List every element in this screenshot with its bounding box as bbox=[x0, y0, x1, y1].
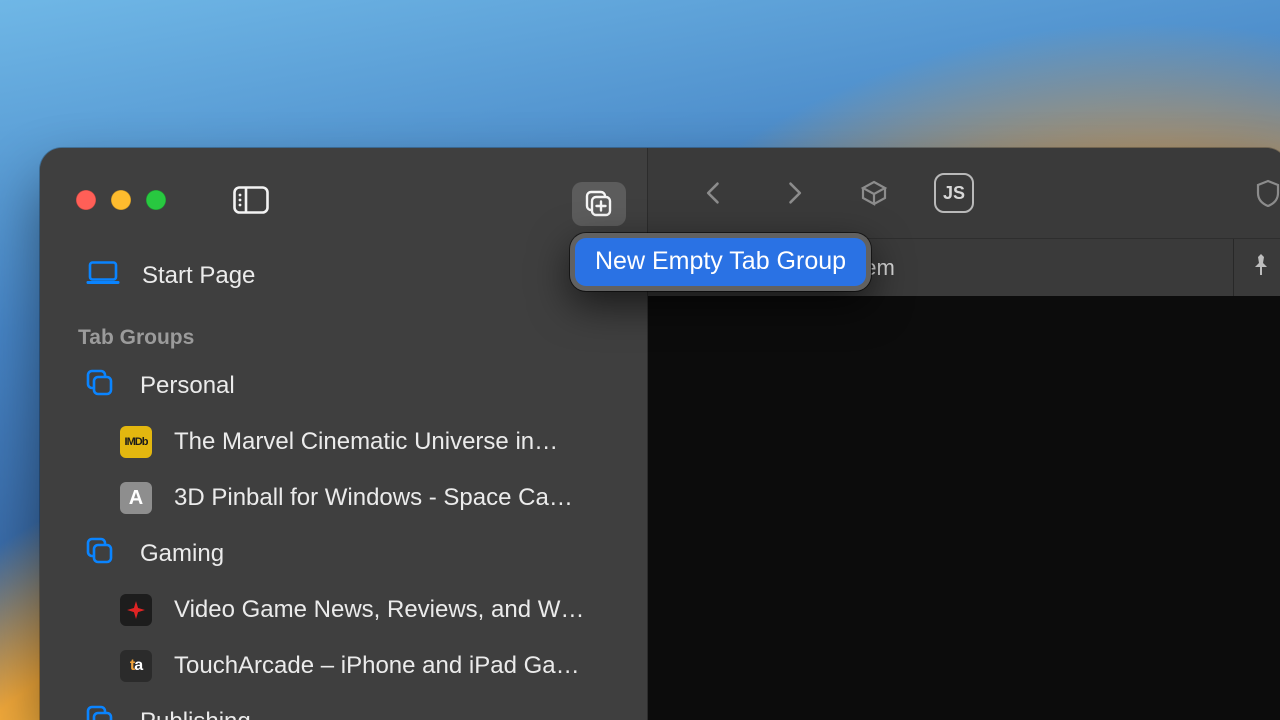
js-extension-label: JS bbox=[943, 183, 965, 204]
sidebar-tab-ign[interactable]: Video Game News, Reviews, and W… bbox=[40, 582, 648, 638]
sidebar-tab-imdb[interactable]: IMDb The Marvel Cinematic Universe in… bbox=[40, 414, 648, 470]
toggle-sidebar-button[interactable] bbox=[233, 185, 269, 215]
cube-icon bbox=[860, 179, 888, 207]
sidebar-group-label: Publishing bbox=[140, 708, 251, 720]
sidebar-group-personal[interactable]: Personal bbox=[40, 358, 648, 414]
sidebar-group-label: Personal bbox=[140, 372, 235, 400]
web-content[interactable] bbox=[648, 296, 1280, 720]
sidebar-tab-title: 3D Pinball for Windows - Space Ca… bbox=[174, 484, 573, 512]
menu-item-label: New Empty Tab Group bbox=[595, 247, 846, 275]
tab-group-icon bbox=[86, 537, 118, 572]
shield-icon bbox=[1254, 179, 1280, 207]
minimize-window-button[interactable] bbox=[111, 190, 131, 210]
tab-group-icon bbox=[86, 369, 118, 404]
favicon-ign bbox=[120, 594, 152, 626]
favicon-imdb: IMDb bbox=[120, 426, 152, 458]
new-tab-group-button[interactable] bbox=[572, 182, 626, 226]
sidebar-tab-title: Video Game News, Reviews, and W… bbox=[174, 596, 584, 624]
laptop-icon bbox=[86, 261, 120, 292]
sidebar-group-label: Gaming bbox=[140, 540, 224, 568]
sidebar-item-label: Start Page bbox=[142, 262, 255, 290]
sidebar-tab-title: The Marvel Cinematic Universe in… bbox=[174, 428, 558, 456]
maximize-window-button[interactable] bbox=[146, 190, 166, 210]
sidebar-icon bbox=[233, 186, 269, 214]
titlebar bbox=[40, 162, 648, 238]
toolbar: JS bbox=[648, 148, 1280, 238]
sidebar: Start Page Tab Groups Personal IMDb The … bbox=[40, 148, 648, 720]
close-window-button[interactable] bbox=[76, 190, 96, 210]
js-extension-button[interactable]: JS bbox=[934, 173, 974, 213]
favicon-toucharcade: ta bbox=[120, 650, 152, 682]
new-tab-group-icon bbox=[584, 189, 614, 219]
tab-group-icon bbox=[86, 705, 118, 720]
sidebar-group-gaming[interactable]: Gaming bbox=[40, 526, 648, 582]
back-button[interactable] bbox=[694, 173, 734, 213]
favicon-generic: A bbox=[120, 482, 152, 514]
menu-item-new-empty-tab-group[interactable]: New Empty Tab Group bbox=[575, 238, 866, 286]
chevron-left-icon bbox=[700, 179, 728, 207]
sidebar-tab-pinball[interactable]: A 3D Pinball for Windows - Space Ca… bbox=[40, 470, 648, 526]
pinned-tabs-area bbox=[1233, 239, 1280, 296]
sidebar-group-publishing[interactable]: Publishing bbox=[40, 694, 648, 720]
sidebar-item-start-page[interactable]: Start Page bbox=[40, 248, 648, 304]
sidebar-tab-title: TouchArcade – iPhone and iPad Ga… bbox=[174, 652, 580, 680]
extension-button[interactable] bbox=[854, 173, 894, 213]
sidebar-tab-toucharcade[interactable]: ta TouchArcade – iPhone and iPad Ga… bbox=[40, 638, 648, 694]
privacy-report-button[interactable] bbox=[1248, 173, 1280, 213]
forward-button[interactable] bbox=[774, 173, 814, 213]
pin-icon[interactable] bbox=[1252, 254, 1270, 282]
new-tab-group-menu: New Empty Tab Group bbox=[570, 233, 871, 291]
chevron-right-icon bbox=[780, 179, 808, 207]
sidebar-section-title: Tab Groups bbox=[40, 304, 648, 358]
